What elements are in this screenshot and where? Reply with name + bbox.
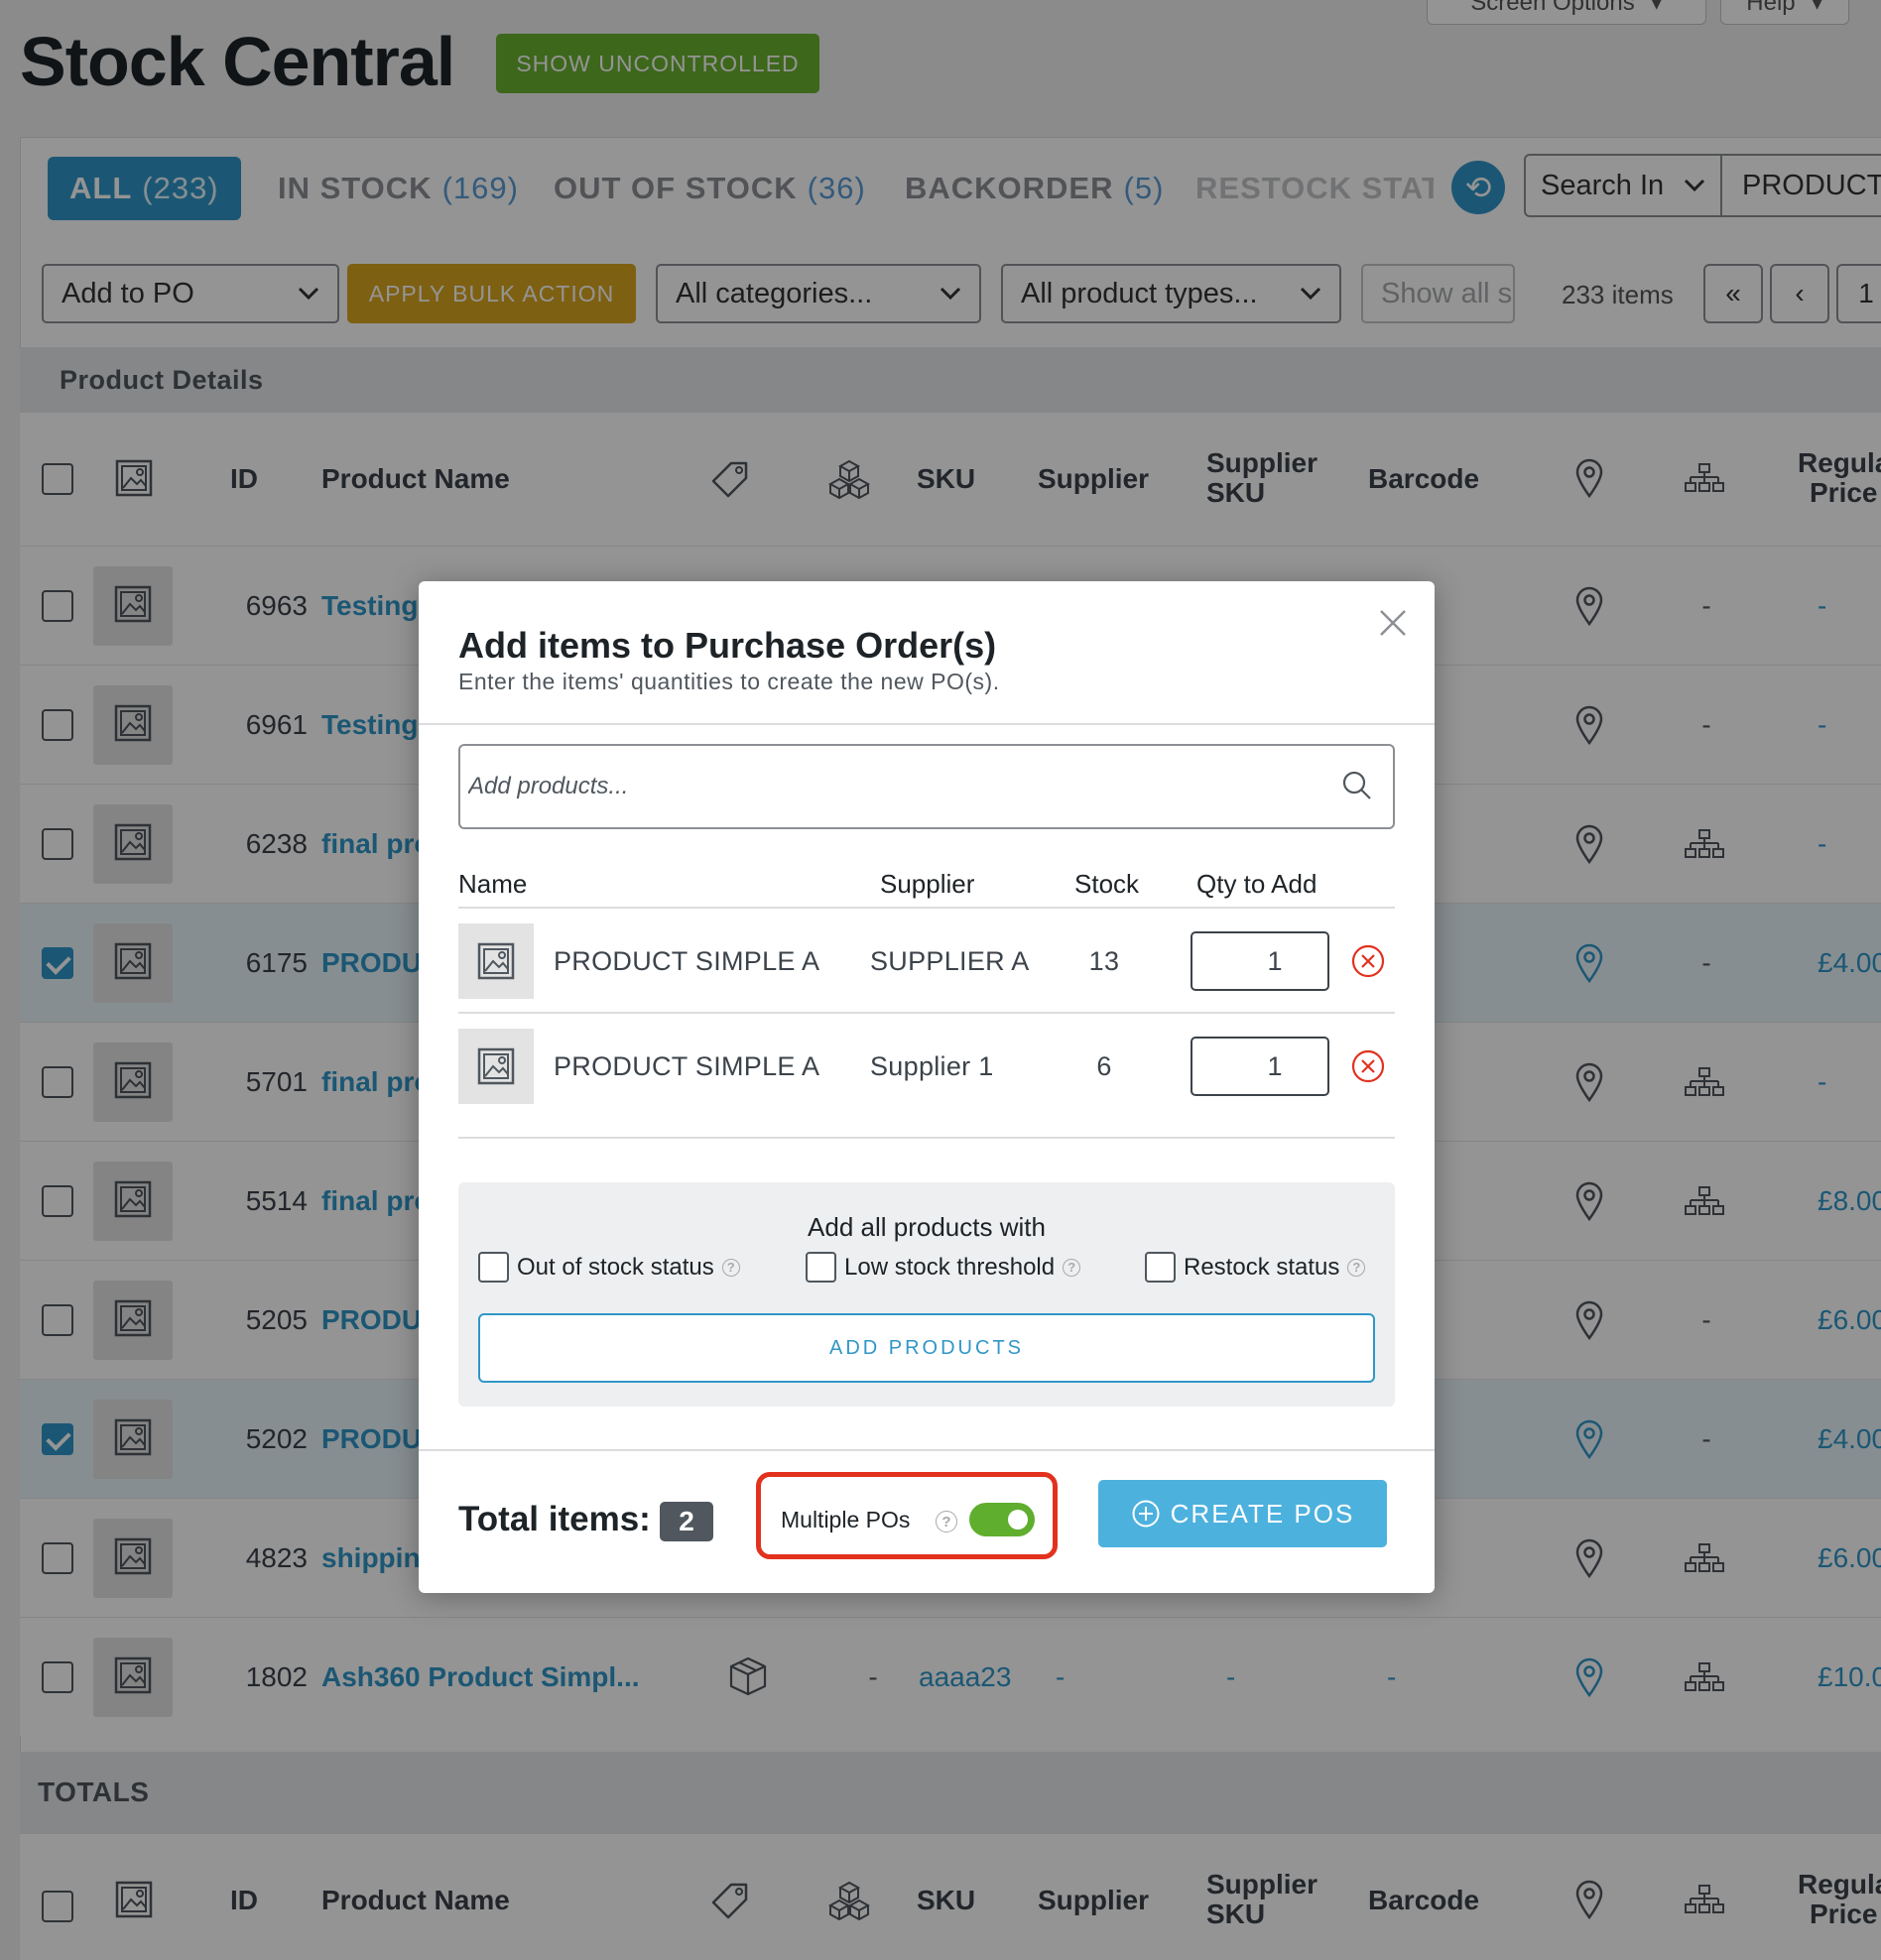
- multiple-pos-toggle[interactable]: [969, 1503, 1035, 1536]
- divider: [458, 1137, 1395, 1139]
- search-icon[interactable]: [1341, 770, 1373, 801]
- add-all-title: Add all products with: [808, 1212, 1046, 1242]
- multiple-pos-label: Multiple POs: [781, 1507, 911, 1532]
- modal-subtitle: Enter the items' quantities to create th…: [458, 669, 1000, 694]
- total-items-label: Total items:: [458, 1500, 651, 1538]
- option-low-stock-threshold[interactable]: Low stock threshold ?: [806, 1252, 1081, 1283]
- option-restock-status[interactable]: Restock status ?: [1145, 1252, 1366, 1283]
- qty-input[interactable]: [1191, 931, 1329, 991]
- help-icon[interactable]: ?: [936, 1511, 957, 1532]
- create-pos-label: CREATE POS: [1170, 1498, 1355, 1529]
- column-supplier: Supplier: [880, 869, 975, 899]
- add-products-input[interactable]: [468, 760, 1321, 813]
- add-to-po-modal: Add items to Purchase Order(s) Enter the…: [419, 581, 1435, 1593]
- image-icon: [477, 942, 515, 980]
- plus-circle-icon: [1132, 1500, 1160, 1528]
- item-name: PRODUCT SIMPLE A: [554, 1051, 820, 1081]
- remove-icon[interactable]: [1350, 1048, 1386, 1084]
- option-out-of-stock[interactable]: Out of stock status ?: [478, 1252, 740, 1283]
- item-stock: 6: [1096, 1051, 1112, 1081]
- total-items-badge: 2: [660, 1502, 713, 1541]
- add-products-button[interactable]: ADD PRODUCTS: [478, 1313, 1375, 1383]
- help-icon[interactable]: ?: [1347, 1258, 1366, 1277]
- option-label: Restock status: [1184, 1253, 1340, 1281]
- help-icon[interactable]: ?: [1063, 1258, 1081, 1277]
- product-thumbnail: [458, 1029, 534, 1104]
- item-stock: 13: [1088, 946, 1120, 976]
- create-pos-button[interactable]: CREATE POS: [1098, 1480, 1387, 1547]
- divider: [419, 723, 1435, 725]
- help-icon[interactable]: ?: [721, 1258, 740, 1277]
- item-name: PRODUCT SIMPLE A: [554, 946, 820, 976]
- product-thumbnail: [458, 923, 534, 999]
- checkbox[interactable]: [478, 1252, 509, 1283]
- image-icon: [477, 1047, 515, 1085]
- add-all-products-panel: Add all products with Out of stock statu…: [458, 1182, 1395, 1407]
- close-icon[interactable]: [1373, 603, 1413, 643]
- divider: [419, 1449, 1435, 1451]
- add-products-search: [458, 744, 1395, 829]
- modal-title: Add items to Purchase Order(s): [458, 625, 997, 666]
- option-label: Low stock threshold: [844, 1253, 1056, 1281]
- option-label: Out of stock status: [517, 1253, 714, 1281]
- checkbox[interactable]: [1145, 1252, 1176, 1283]
- divider: [458, 907, 1395, 909]
- item-supplier: SUPPLIER A: [870, 946, 1030, 976]
- column-stock: Stock: [1074, 869, 1140, 899]
- qty-input[interactable]: [1191, 1037, 1329, 1096]
- column-name: Name: [458, 869, 528, 899]
- multiple-pos-highlight: Multiple POs ?: [756, 1472, 1058, 1559]
- divider: [458, 1012, 1395, 1014]
- remove-icon[interactable]: [1350, 943, 1386, 979]
- item-supplier: Supplier 1: [870, 1051, 994, 1081]
- column-qty-to-add: Qty to Add: [1196, 869, 1317, 899]
- checkbox[interactable]: [806, 1252, 836, 1283]
